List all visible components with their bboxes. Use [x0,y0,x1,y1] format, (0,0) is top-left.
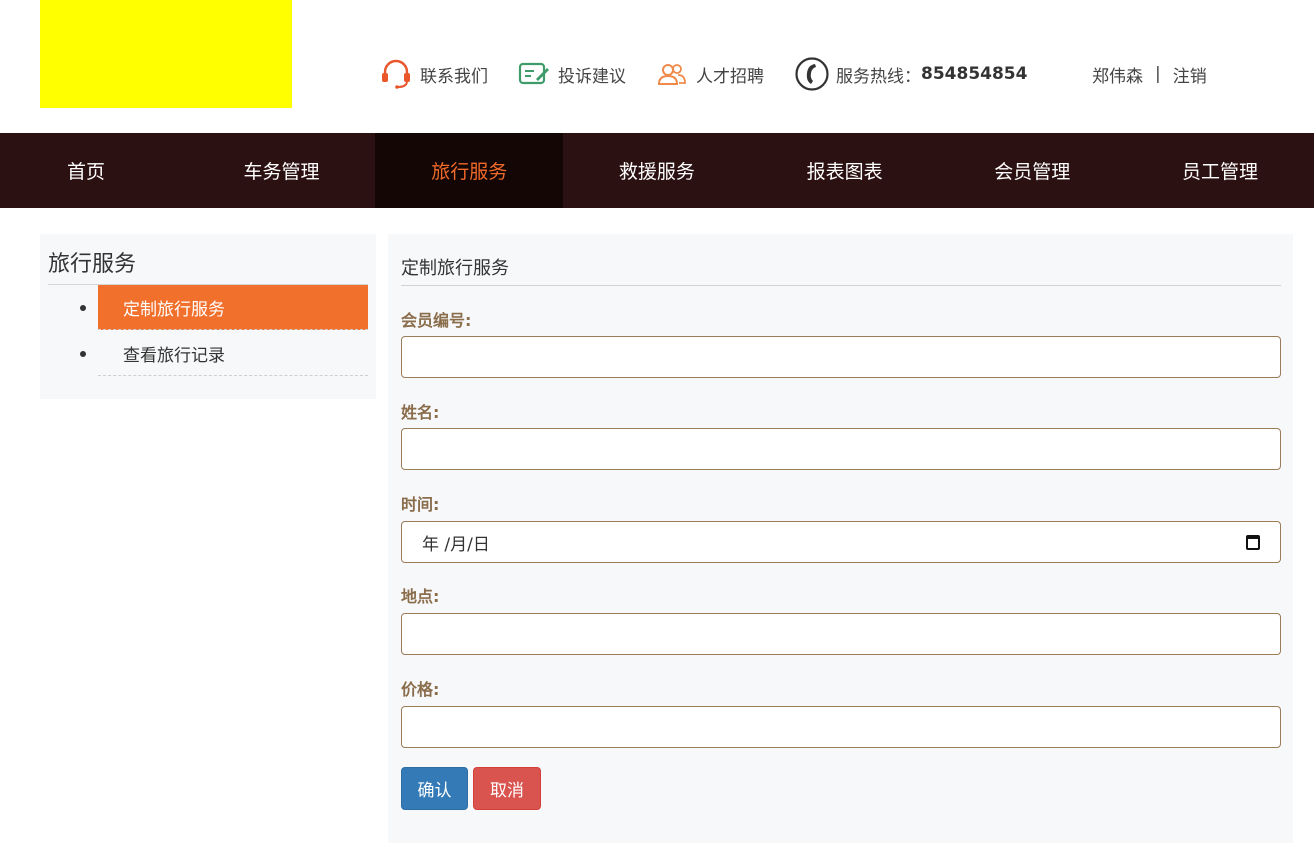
headset-icon [382,59,410,89]
nav-reports[interactable]: 报表图表 [751,133,939,208]
nav-member-management[interactable]: 会员管理 [938,133,1126,208]
recruitment-link[interactable]: 人才招聘 [656,61,764,87]
name-label: 姓名: [401,403,440,422]
user-separator: | [1155,64,1161,84]
main-nav: 首页 车务管理 旅行服务 救援服务 报表图表 会员管理 员工管理 [0,133,1314,208]
sidebar-title: 旅行服务 [48,252,137,277]
service-hotline: 服务热线： 854854854 [794,56,1027,92]
contact-us-label: 联系我们 [420,66,488,87]
name-input[interactable] [401,428,1281,470]
hotline-number: 854854854 [921,64,1028,84]
calendar-icon[interactable] [1246,534,1260,550]
member-id-input[interactable] [401,336,1281,378]
list-bullet [80,305,86,311]
date-label: 时间: [401,495,440,514]
sidebar-item-custom-travel[interactable]: 定制旅行服务 [98,285,368,330]
sidebar: 旅行服务 定制旅行服务 查看旅行记录 [40,234,376,399]
nav-rescue-service[interactable]: 救援服务 [563,133,751,208]
people-icon [657,64,686,85]
price-input[interactable] [401,706,1281,748]
feedback-label: 投诉建议 [558,66,626,87]
list-bullet [80,351,86,357]
cancel-button[interactable]: 取消 [473,767,541,810]
recruitment-label: 人才招聘 [696,66,764,87]
feedback-icon [518,62,549,85]
nav-travel-service[interactable]: 旅行服务 [375,133,564,208]
location-input[interactable] [401,613,1281,655]
sidebar-item-travel-records[interactable]: 查看旅行记录 [98,331,368,376]
feedback-link[interactable]: 投诉建议 [518,61,626,87]
site-logo [40,0,292,108]
hotline-label: 服务热线： [836,66,921,87]
date-input[interactable]: 年 /月/日 [401,521,1281,563]
location-label: 地点: [401,587,440,606]
logout-link[interactable]: 注销 [1173,62,1207,87]
header-links: 联系我们 投诉建议 人才招聘 服务热线： 854854854 [380,56,1027,92]
nav-staff-management[interactable]: 员工管理 [1126,133,1314,208]
form-title-divider [401,285,1281,286]
user-name-link[interactable]: 郑伟森 [1092,62,1143,87]
price-label: 价格: [401,680,440,699]
contact-us-link[interactable]: 联系我们 [380,59,488,89]
user-box: 郑伟森 | 注销 [1092,56,1207,92]
form-panel: 定制旅行服务 会员编号: 姓名: 时间: 年 /月/日 地点: 价格: 确认 取… [388,234,1293,843]
nav-home[interactable]: 首页 [0,133,188,208]
form-title: 定制旅行服务 [401,258,509,279]
member-id-label: 会员编号: [401,311,472,330]
confirm-button[interactable]: 确认 [401,767,468,810]
date-placeholder: 年 /月/日 [422,534,490,555]
nav-vehicle-management[interactable]: 车务管理 [188,133,376,208]
phone-icon [795,57,829,91]
